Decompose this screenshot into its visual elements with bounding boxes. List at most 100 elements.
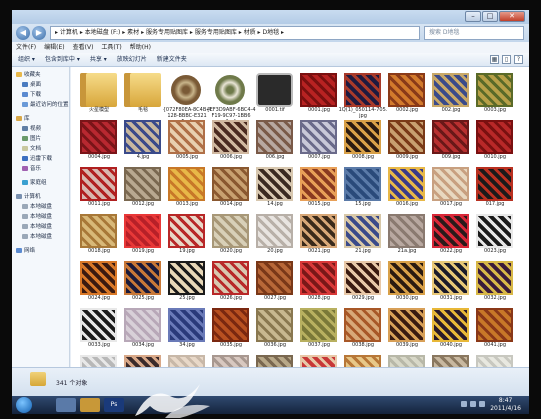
file-item[interactable]: 017.jpg bbox=[473, 167, 517, 211]
file-item[interactable]: 0041.jpg bbox=[473, 308, 517, 352]
network-tray-icon[interactable] bbox=[461, 401, 467, 407]
file-item[interactable] bbox=[77, 355, 121, 367]
sidebar-item[interactable]: 图片 bbox=[22, 135, 41, 144]
file-item[interactable]: 0027.jpg bbox=[253, 261, 297, 305]
file-item[interactable]: 19.jpg bbox=[165, 214, 209, 258]
file-item[interactable]: 15.jpg bbox=[341, 167, 385, 211]
preview-pane-icon[interactable]: ▯ bbox=[502, 55, 511, 64]
file-item[interactable]: 20.jpg bbox=[253, 214, 297, 258]
menu-item[interactable]: 帮助(H) bbox=[130, 42, 151, 53]
file-item[interactable]: 0028.jpg bbox=[297, 261, 341, 305]
file-item[interactable]: 0018.jpg bbox=[77, 214, 121, 258]
file-item[interactable]: 0037.jpg bbox=[297, 308, 341, 352]
sidebar-item[interactable]: 迅雷下载 bbox=[22, 155, 52, 164]
file-item[interactable] bbox=[165, 355, 209, 367]
menu-item[interactable]: 工具(T) bbox=[101, 42, 121, 53]
close-button[interactable]: ✕ bbox=[499, 11, 525, 22]
file-item[interactable]: 0032.jpg bbox=[473, 261, 517, 305]
file-item[interactable]: 0008.jpg bbox=[341, 120, 385, 164]
menu-item[interactable]: 编辑(E) bbox=[44, 42, 64, 53]
file-item[interactable]: 0004.jpg bbox=[77, 120, 121, 164]
file-item[interactable]: 0034.jpg bbox=[121, 308, 165, 352]
file-item[interactable]: 0001.tif bbox=[253, 73, 297, 117]
file-item[interactable]: 0014.jpg bbox=[209, 167, 253, 211]
file-item[interactable]: 14.jpg bbox=[253, 167, 297, 211]
taskbar-clock[interactable]: 8:47 2011/4/16 bbox=[490, 397, 521, 413]
photoshop-taskbar-icon[interactable]: Ps bbox=[104, 398, 124, 412]
help-icon[interactable]: ? bbox=[514, 55, 523, 64]
sidebar-item[interactable]: 文档 bbox=[22, 145, 41, 154]
file-item[interactable]: 4.jpg bbox=[121, 120, 165, 164]
file-item[interactable]: 0005.jpg bbox=[165, 120, 209, 164]
file-item[interactable]: 0013.jpg bbox=[165, 167, 209, 211]
file-item[interactable]: {EF3D9ABF-6BC4-4F19-9C97-1BB6A...} bbox=[206, 73, 256, 125]
toolbar-button[interactable]: 共享 ▾ bbox=[90, 53, 107, 66]
file-item[interactable]: 0038.jpg bbox=[341, 308, 385, 352]
file-item[interactable]: 0003.jpg bbox=[473, 73, 517, 117]
sidebar-item[interactable]: 网络 bbox=[16, 247, 35, 256]
maximize-button[interactable]: □ bbox=[482, 11, 498, 22]
file-item[interactable]: 0015.jpg bbox=[297, 167, 341, 211]
sidebar-item[interactable]: 收藏夹 bbox=[16, 71, 41, 80]
back-button[interactable]: ◀ bbox=[16, 26, 30, 40]
file-item[interactable]: 0030.jpg bbox=[385, 261, 429, 305]
file-item[interactable]: 0039.jpg bbox=[385, 308, 429, 352]
toolbar-button[interactable]: 包含到库中 ▾ bbox=[45, 53, 80, 66]
file-item[interactable]: 0031.jpg bbox=[429, 261, 473, 305]
file-item[interactable] bbox=[121, 355, 165, 367]
sidebar-item[interactable]: 下载 bbox=[22, 91, 41, 100]
file-item[interactable]: 0025.jpg bbox=[121, 261, 165, 305]
file-item[interactable]: 0036.jpg bbox=[253, 308, 297, 352]
file-item[interactable]: 21.jpg bbox=[341, 214, 385, 258]
file-item[interactable]: 0009.jpg bbox=[385, 120, 429, 164]
view-options-icon[interactable]: ▦ bbox=[490, 55, 499, 64]
file-item[interactable]: 0022.jpg bbox=[429, 214, 473, 258]
file-item[interactable]: 0033.jpg bbox=[77, 308, 121, 352]
file-item[interactable]: 0002.jpg bbox=[385, 73, 429, 117]
file-item[interactable]: 006.jpg bbox=[253, 120, 297, 164]
file-item[interactable]: 0019.jpg bbox=[121, 214, 165, 258]
file-item[interactable]: 0024.jpg bbox=[77, 261, 121, 305]
search-input[interactable]: 搜索 D地毯 bbox=[424, 26, 524, 40]
file-item[interactable]: 毛毯 bbox=[121, 73, 165, 117]
toolbar-button[interactable]: 新建文件夹 bbox=[157, 53, 187, 66]
toolbar-button[interactable]: 放映幻灯片 bbox=[117, 53, 147, 66]
file-item[interactable]: {072F80EA-8C4B-4128-BBBC-E3215...} bbox=[163, 73, 211, 125]
file-item[interactable] bbox=[209, 355, 253, 367]
sidebar-item[interactable]: 本地磁盘 bbox=[22, 233, 52, 242]
file-item[interactable]: 0040.jpg bbox=[429, 308, 473, 352]
file-item[interactable]: 0012.jpg bbox=[121, 167, 165, 211]
file-item[interactable]: 0029.jpg bbox=[341, 261, 385, 305]
file-item[interactable] bbox=[253, 355, 297, 367]
file-item[interactable]: 0007.jpg bbox=[297, 120, 341, 164]
file-item[interactable] bbox=[385, 355, 429, 367]
file-item[interactable]: 0021.jpg bbox=[297, 214, 341, 258]
forward-button[interactable]: ▶ bbox=[32, 26, 46, 40]
file-item[interactable]: 0020.jpg bbox=[209, 214, 253, 258]
sidebar-item[interactable]: 桌面 bbox=[22, 81, 41, 90]
file-item[interactable]: 0035.jpg bbox=[209, 308, 253, 352]
explorer-taskbar-icon[interactable] bbox=[80, 398, 100, 412]
volume-tray-icon[interactable] bbox=[470, 401, 476, 407]
file-item[interactable] bbox=[341, 355, 385, 367]
file-item[interactable]: 0011.jpg bbox=[77, 167, 121, 211]
ie-taskbar-icon[interactable] bbox=[56, 398, 76, 412]
file-item[interactable]: 0001.jpg bbox=[297, 73, 341, 117]
sidebar-item[interactable]: 最近访问的位置 bbox=[22, 101, 69, 110]
file-item[interactable]: 34.jpg bbox=[165, 308, 209, 352]
file-item[interactable]: 21a.jpg bbox=[385, 214, 429, 258]
sidebar-item[interactable]: 家庭组 bbox=[22, 179, 47, 188]
file-item[interactable]: 0017.jpg bbox=[429, 167, 473, 211]
file-item[interactable] bbox=[297, 355, 341, 367]
sidebar-item[interactable]: 计算机 bbox=[16, 193, 41, 202]
file-item[interactable]: 0026.jpg bbox=[209, 261, 253, 305]
start-button[interactable] bbox=[16, 397, 32, 413]
file-item[interactable] bbox=[429, 355, 473, 367]
minimize-button[interactable]: – bbox=[465, 11, 481, 22]
file-item[interactable]: 0010.jpg bbox=[473, 120, 517, 164]
file-item[interactable]: 火星模型 bbox=[77, 73, 121, 117]
file-item[interactable]: 009.jpg bbox=[429, 120, 473, 164]
toolbar-button[interactable]: 组织 ▾ bbox=[18, 53, 35, 66]
sidebar-item[interactable]: 视频 bbox=[22, 125, 41, 134]
sidebar-item[interactable]: 音乐 bbox=[22, 165, 41, 174]
